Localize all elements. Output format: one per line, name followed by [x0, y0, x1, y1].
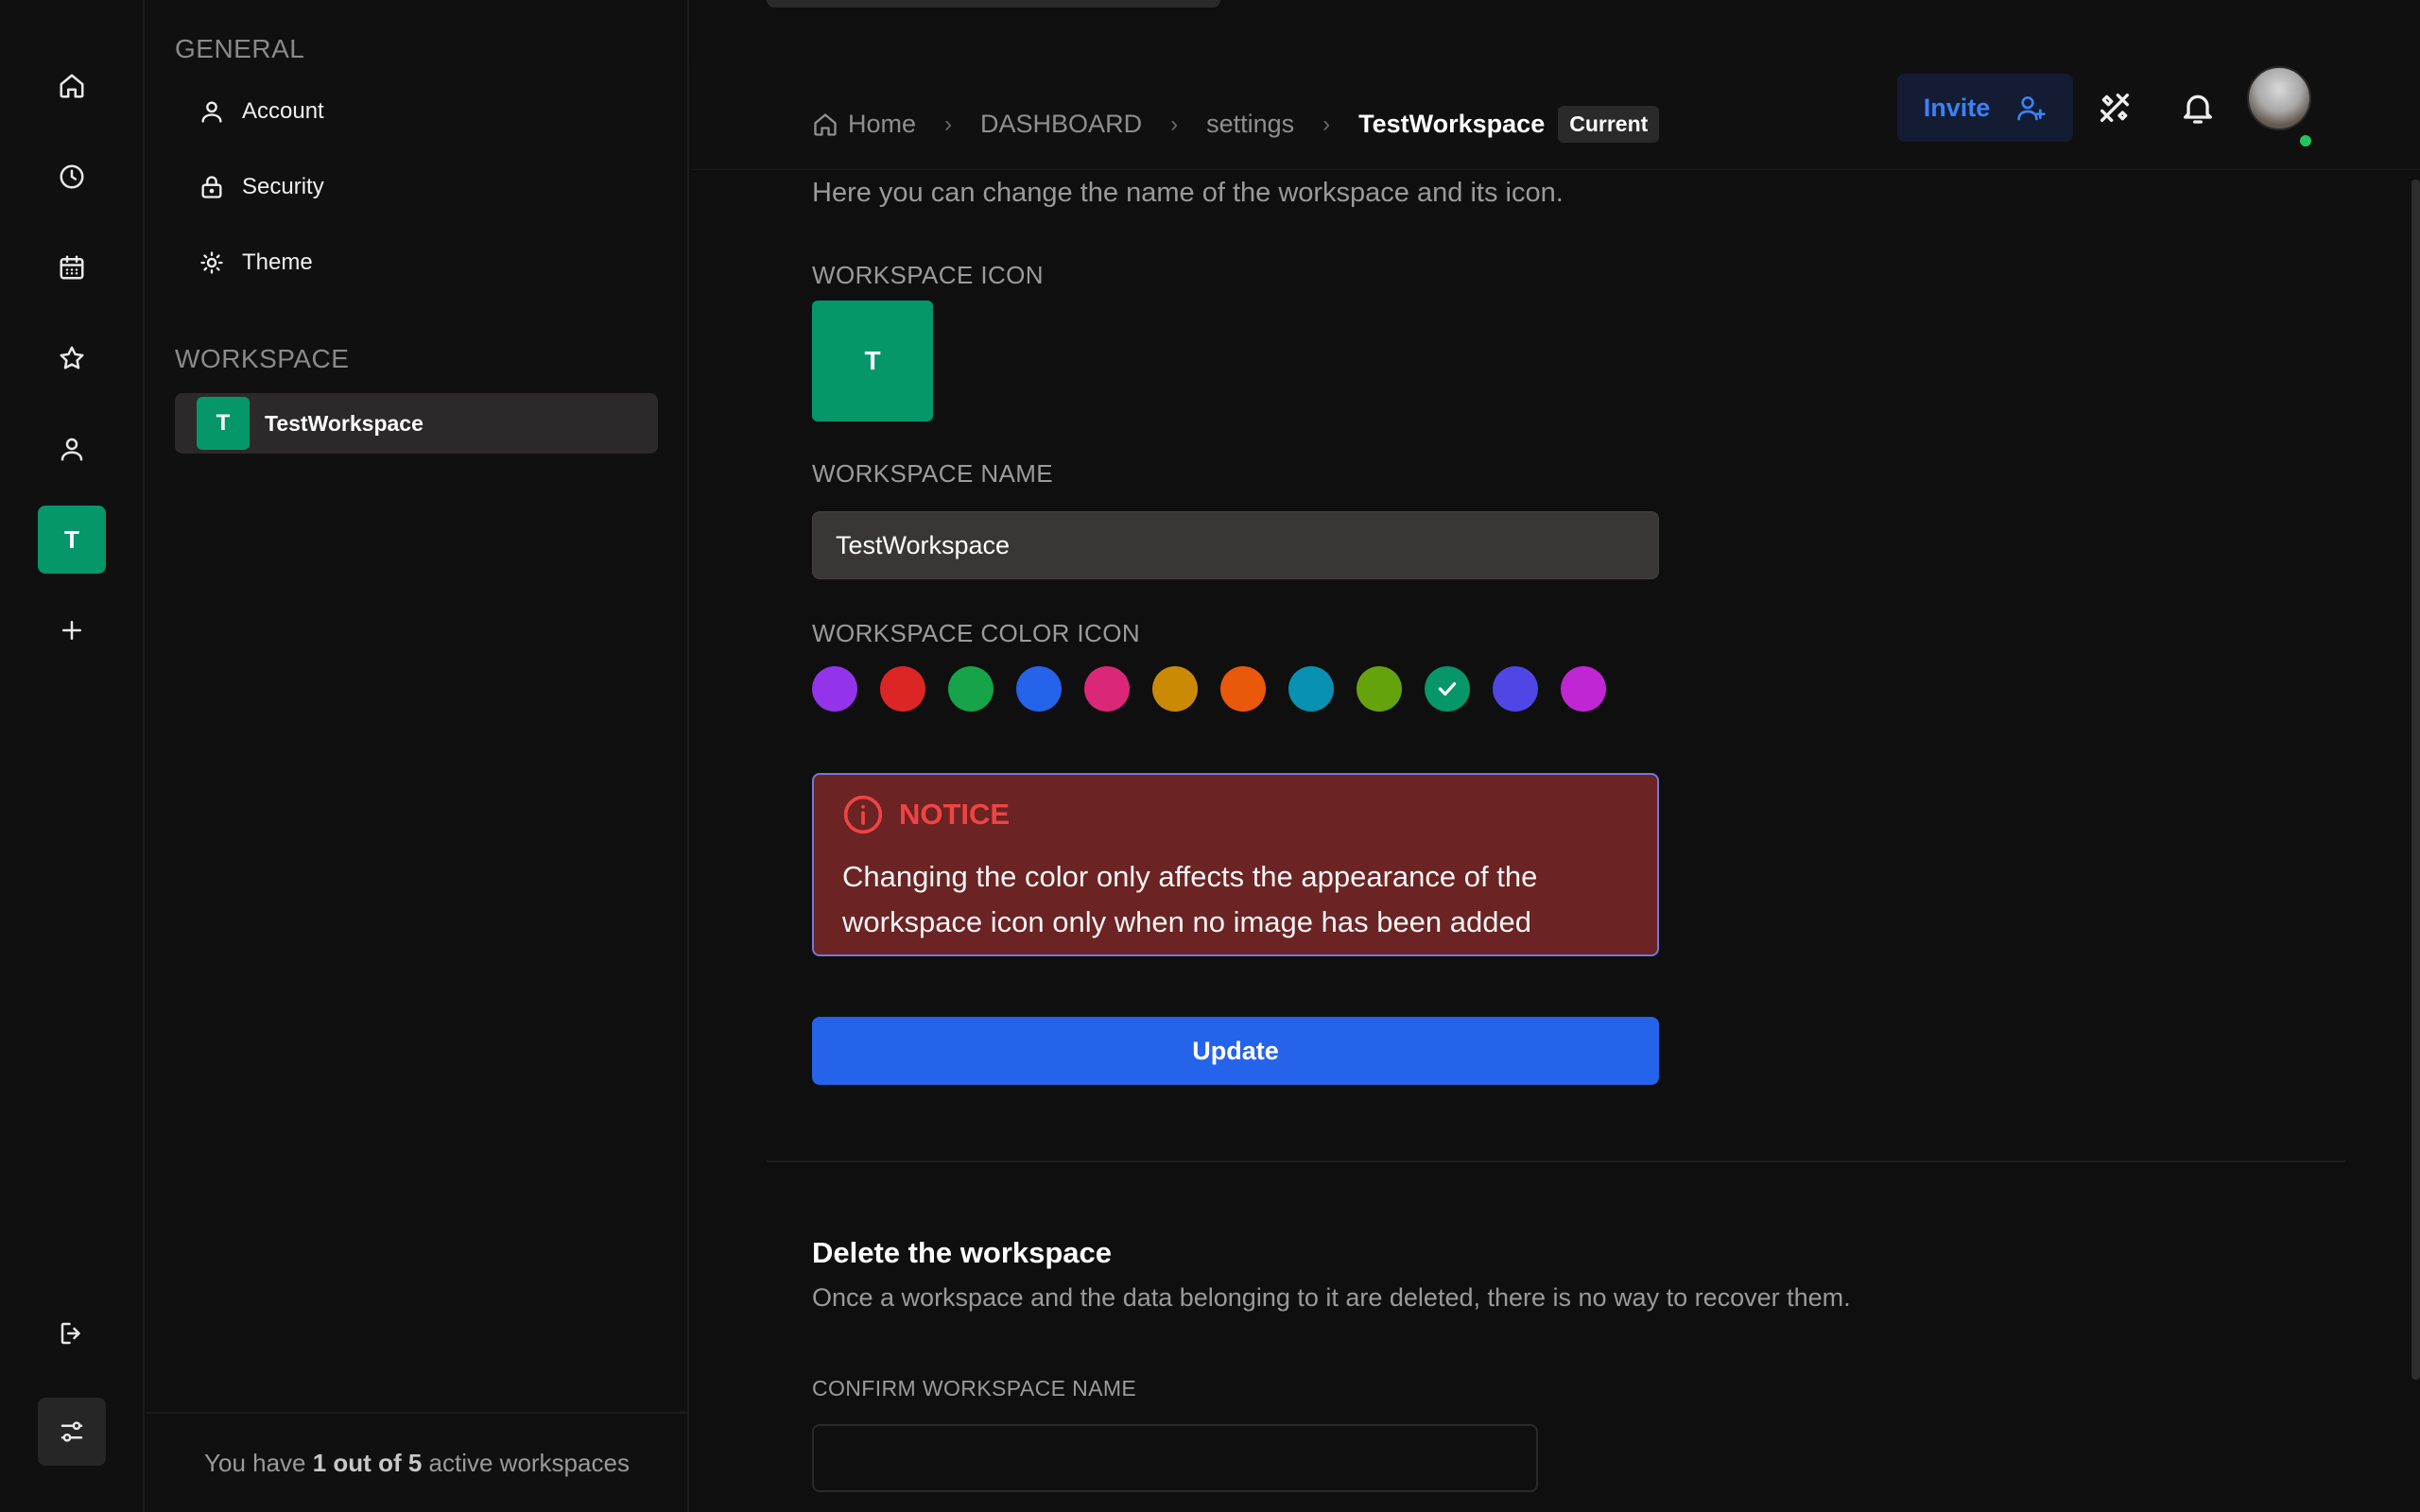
color-swatch[interactable] [1425, 666, 1470, 712]
rail-logout-button[interactable] [38, 1299, 106, 1367]
workspace-heading: WORKSPACE [175, 344, 350, 373]
workspace-name: TestWorkspace [265, 410, 424, 436]
rail-calendar-button[interactable] [38, 233, 106, 301]
user-icon [201, 101, 222, 123]
rail-home-button[interactable] [38, 52, 106, 120]
color-swatch[interactable] [1561, 666, 1606, 712]
current-badge: Current [1558, 106, 1660, 143]
notice-text: Changing the color only affects the appe… [842, 860, 1538, 938]
sidebar-item-label: Security [242, 174, 324, 199]
workspace-badge: T [197, 397, 250, 450]
breadcrumb-dashboard[interactable]: DASHBOARD [980, 110, 1142, 139]
sun-icon [200, 251, 223, 274]
invite-label: Invite [1923, 93, 1991, 122]
star-icon [60, 346, 84, 369]
workspace-count-prefix: You have [204, 1448, 313, 1477]
avatar[interactable] [2247, 66, 2311, 130]
sidebar-item-workspace[interactable]: T TestWorkspace [175, 393, 658, 454]
color-swatch[interactable] [1493, 666, 1538, 712]
rail-history-button[interactable] [38, 143, 106, 211]
home-icon [814, 112, 837, 136]
section-divider [767, 1160, 2345, 1162]
logout-icon [60, 1322, 80, 1345]
workspace-icon-preview[interactable]: T [812, 301, 933, 421]
breadcrumb-settings[interactable]: settings [1206, 110, 1294, 139]
icon-rail: T [0, 0, 145, 1512]
notice-title: NOTICE [899, 798, 1011, 831]
sidebar-item-account[interactable]: Account [199, 98, 324, 125]
clock-icon [60, 164, 84, 189]
plus-icon [62, 621, 81, 640]
icon-label: WORKSPACE ICON [812, 261, 1044, 289]
color-swatch[interactable] [1220, 666, 1266, 712]
user-plus-icon [2017, 96, 2046, 121]
rail-favorites-button[interactable] [38, 324, 106, 392]
workspace-count-suffix: active workspaces [422, 1448, 630, 1477]
main-content: Here you can change the name of the work… [691, 0, 2420, 1512]
workspace-count-value: 1 out of 5 [312, 1448, 423, 1477]
invite-button[interactable]: Invite [1897, 74, 2073, 142]
rail-add-workspace-button[interactable] [38, 596, 106, 664]
top-header: Home › DASHBOARD › settings › TestWorksp… [691, 57, 2420, 170]
chevron-right-icon: › [944, 111, 953, 137]
rail-settings-button[interactable] [38, 1398, 106, 1466]
home-icon [60, 74, 84, 98]
color-swatch[interactable] [1288, 666, 1334, 712]
confirm-workspace-name-input[interactable] [812, 1424, 1538, 1492]
scrollbar[interactable] [2411, 180, 2420, 1380]
sidebar-item-label: Theme [242, 249, 313, 275]
sliders-icon [60, 1421, 83, 1442]
workspace-name-input[interactable] [812, 511, 1659, 579]
color-swatch[interactable] [1357, 666, 1402, 712]
user-icon [60, 438, 83, 461]
color-swatch[interactable] [1152, 666, 1198, 712]
breadcrumb: Home › DASHBOARD › settings › TestWorksp… [812, 106, 1660, 143]
color-swatch[interactable] [1016, 666, 1062, 712]
bell-icon[interactable] [2179, 89, 2217, 127]
color-swatch[interactable] [880, 666, 925, 712]
calendar-icon [60, 255, 84, 280]
color-swatches [812, 666, 1606, 712]
general-heading: GENERAL [175, 34, 305, 63]
info-icon [843, 795, 883, 834]
color-swatch[interactable] [1084, 666, 1130, 712]
workspace-count: You have 1 out of 5 active workspaces [147, 1412, 687, 1512]
color-label: WORKSPACE COLOR ICON [812, 619, 1141, 647]
top-scroll-indicator [767, 0, 1220, 8]
sidebar-item-label: Account [242, 98, 324, 124]
confirm-label: CONFIRM WORKSPACE NAME [812, 1376, 1137, 1400]
breadcrumb-home[interactable]: Home [848, 110, 916, 139]
rail-profile-button[interactable] [38, 415, 106, 483]
settings-sidebar: GENERAL Account Security Theme WORKSPACE… [147, 0, 689, 1512]
lock-icon [201, 176, 222, 198]
rail-workspace-button[interactable]: T [38, 506, 106, 574]
workspace-initial: T [64, 524, 79, 554]
color-swatch[interactable] [812, 666, 857, 712]
online-status-indicator [2298, 133, 2313, 148]
notice-box: NOTICE Changing the color only affects t… [812, 773, 1659, 956]
sidebar-item-security[interactable]: Security [199, 174, 324, 200]
chevron-right-icon: › [1170, 111, 1179, 137]
delete-title: Delete the workspace [812, 1236, 1113, 1269]
tools-icon[interactable] [2096, 89, 2134, 127]
color-swatch[interactable] [948, 666, 994, 712]
breadcrumb-current: TestWorkspace [1358, 110, 1546, 138]
form-subtitle: Here you can change the name of the work… [812, 178, 1564, 208]
name-label: WORKSPACE NAME [812, 459, 1054, 488]
check-icon [1438, 681, 1457, 696]
sidebar-item-theme[interactable]: Theme [199, 249, 313, 276]
delete-description: Once a workspace and the data belonging … [812, 1283, 1851, 1312]
notice-header: NOTICE [842, 794, 1629, 835]
chevron-right-icon: › [1322, 111, 1331, 137]
update-button[interactable]: Update [812, 1017, 1659, 1085]
